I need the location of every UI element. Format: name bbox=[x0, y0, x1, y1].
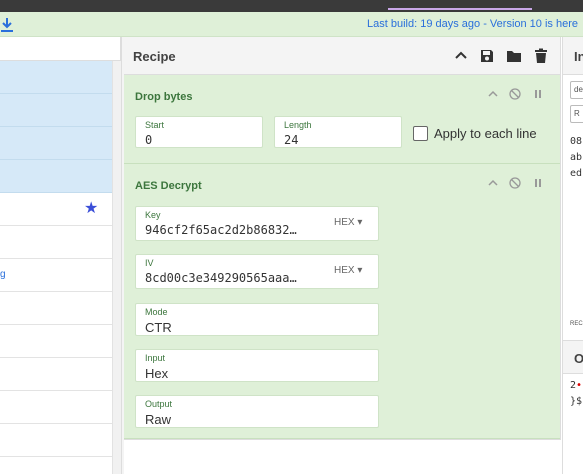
list-item[interactable] bbox=[0, 391, 112, 424]
list-item[interactable] bbox=[0, 160, 112, 193]
star-icon[interactable]: ★ bbox=[84, 201, 100, 217]
iv-field[interactable]: IV 8cd00c3e349290565aaa… HEX ▾ bbox=[135, 254, 379, 289]
output-format-label: Output bbox=[145, 399, 173, 409]
start-label: Start bbox=[145, 120, 165, 130]
list-item[interactable] bbox=[0, 61, 112, 94]
checkbox-box[interactable] bbox=[413, 126, 428, 141]
input-format-label: Input bbox=[145, 353, 166, 363]
key-format-dropdown[interactable]: HEX ▾ bbox=[334, 217, 362, 228]
operations-panel: ★ g bbox=[0, 37, 121, 474]
iv-format-label[interactable]: HEX bbox=[334, 265, 355, 276]
length-value[interactable]: 24 bbox=[284, 133, 298, 147]
output-char-nonprintable: • bbox=[576, 380, 583, 391]
input-title: In bbox=[574, 49, 583, 64]
input-format-field[interactable]: Input Hex bbox=[135, 349, 379, 382]
mode-label: Mode bbox=[145, 307, 168, 317]
download-icon[interactable] bbox=[0, 17, 14, 33]
last-build-link[interactable]: Last build: 19 days ago bbox=[367, 18, 480, 30]
output-text[interactable]: 2• }$ bbox=[570, 378, 582, 410]
output-title: O bbox=[574, 351, 583, 366]
list-item-link[interactable]: g bbox=[0, 269, 6, 280]
mode-field[interactable]: Mode CTR bbox=[135, 303, 379, 336]
list-item[interactable] bbox=[0, 424, 112, 457]
input-header: In bbox=[563, 37, 583, 75]
iv-label: IV bbox=[145, 258, 154, 268]
input-text[interactable]: 08 ab ed bbox=[570, 134, 582, 182]
trash-icon[interactable] bbox=[533, 48, 549, 64]
recipe-pane: Recipe Drop bytes Start 0 Length 24 Appl… bbox=[124, 37, 561, 474]
operations-search[interactable] bbox=[0, 37, 120, 61]
output-format-field[interactable]: Output Raw bbox=[135, 395, 379, 428]
notification-banner: Last build: 19 days ago - Version 10 is … bbox=[0, 12, 583, 37]
operations-list: ★ g bbox=[0, 61, 112, 457]
input-line: 08 bbox=[570, 136, 583, 147]
recipe-title: Recipe bbox=[133, 49, 176, 64]
build-info[interactable]: Last build: 19 days ago - Version 10 is … bbox=[367, 18, 578, 30]
list-item[interactable] bbox=[0, 325, 112, 358]
version-notice[interactable]: - Version 10 is here bbox=[480, 18, 578, 30]
recipe-empty-area bbox=[124, 439, 561, 474]
op-title: AES Decrypt bbox=[135, 180, 202, 192]
operations-scrollbar[interactable] bbox=[112, 61, 121, 474]
disable-icon[interactable] bbox=[509, 88, 521, 100]
pause-icon[interactable] bbox=[532, 88, 544, 100]
top-nav-bar bbox=[0, 0, 583, 12]
list-item[interactable] bbox=[0, 292, 112, 325]
input-format-value[interactable]: Hex bbox=[145, 366, 168, 381]
start-value[interactable]: 0 bbox=[145, 133, 152, 147]
list-item[interactable] bbox=[0, 358, 112, 391]
top-link-underline[interactable] bbox=[388, 8, 532, 10]
input-option-1[interactable]: de bbox=[570, 81, 583, 99]
output-line: }$ bbox=[570, 396, 583, 407]
op-drop-bytes: Drop bytes Start 0 Length 24 Apply to ea… bbox=[124, 75, 560, 164]
save-icon[interactable] bbox=[479, 48, 495, 64]
list-item-favourites[interactable]: ★ bbox=[0, 193, 112, 226]
recipe-header: Recipe bbox=[124, 37, 560, 75]
list-item[interactable] bbox=[0, 226, 112, 259]
op-title: Drop bytes bbox=[135, 91, 193, 103]
list-item[interactable] bbox=[0, 127, 112, 160]
chevron-up-icon[interactable] bbox=[453, 48, 469, 64]
key-format-label[interactable]: HEX bbox=[334, 217, 355, 228]
input-option-2[interactable]: R bbox=[570, 105, 583, 123]
key-field[interactable]: Key 946cf2f65ac2d2b86832… HEX ▾ bbox=[135, 206, 379, 241]
checkbox-label: Apply to each line bbox=[434, 126, 537, 141]
list-item[interactable]: g bbox=[0, 259, 112, 292]
iv-value[interactable]: 8cd00c3e349290565aaa… bbox=[145, 271, 315, 285]
io-pane: In de R 08 ab ed REC O 2• }$ bbox=[562, 37, 583, 474]
chevron-up-icon[interactable] bbox=[487, 88, 499, 100]
input-line: ed bbox=[570, 168, 583, 179]
pause-icon[interactable] bbox=[532, 177, 544, 189]
output-header: O bbox=[563, 340, 583, 374]
input-status-label: REC bbox=[570, 321, 583, 327]
input-line: ab bbox=[570, 152, 583, 163]
disable-icon[interactable] bbox=[509, 177, 521, 189]
list-item[interactable] bbox=[0, 94, 112, 127]
key-label: Key bbox=[145, 210, 161, 220]
op-aes-decrypt: AES Decrypt Key 946cf2f65ac2d2b86832… HE… bbox=[124, 164, 560, 439]
chevron-up-icon[interactable] bbox=[487, 177, 499, 189]
folder-icon[interactable] bbox=[506, 48, 522, 64]
key-value[interactable]: 946cf2f65ac2d2b86832… bbox=[145, 223, 315, 237]
length-field[interactable]: Length 24 bbox=[274, 116, 402, 148]
length-label: Length bbox=[284, 120, 312, 130]
start-field[interactable]: Start 0 bbox=[135, 116, 263, 148]
iv-format-dropdown[interactable]: HEX ▾ bbox=[334, 265, 362, 276]
output-format-value[interactable]: Raw bbox=[145, 412, 171, 427]
mode-value[interactable]: CTR bbox=[145, 320, 172, 335]
